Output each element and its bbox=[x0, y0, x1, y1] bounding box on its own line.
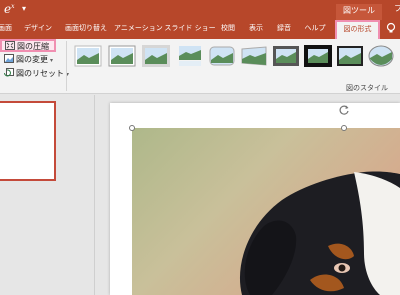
picture-style-thumbnail[interactable] bbox=[304, 45, 332, 67]
ribbon-tabs: 画面 デザイン 画面切り替え アニメーション スライド ショー 校閲 表示 録音… bbox=[0, 20, 400, 39]
reset-picture-label: 図のリセット bbox=[16, 69, 64, 78]
compress-label: 図の圧縮 bbox=[17, 42, 49, 51]
tab-slideshow[interactable]: スライド ショー bbox=[164, 20, 216, 39]
resize-handle[interactable] bbox=[341, 125, 347, 131]
picture-tools-context-label: 図ツール bbox=[336, 4, 382, 20]
tab-home[interactable]: 画面 bbox=[0, 20, 16, 39]
slide-canvas[interactable] bbox=[110, 103, 400, 295]
picture-style-thumbnail[interactable] bbox=[208, 45, 236, 67]
change-picture-button[interactable]: 図の変更 ▾ bbox=[4, 53, 53, 66]
compress-icon bbox=[5, 41, 15, 50]
slide-thumbnail[interactable] bbox=[0, 101, 56, 181]
panel-divider[interactable] bbox=[94, 95, 95, 295]
tab-record[interactable]: 録音 bbox=[274, 20, 294, 39]
tab-transitions[interactable]: 画面切り替え bbox=[60, 20, 112, 39]
picture-style-thumbnail[interactable] bbox=[368, 45, 394, 67]
tab-animations[interactable]: アニメーション bbox=[114, 20, 163, 39]
picture-style-thumbnail[interactable] bbox=[74, 45, 102, 67]
quick-access-icon[interactable]: ex bbox=[4, 2, 15, 16]
change-dropdown-icon[interactable]: ▾ bbox=[50, 57, 53, 64]
tab-picture-format[interactable]: 図の形式 bbox=[335, 20, 380, 39]
picture-style-thumbnail[interactable] bbox=[142, 45, 170, 67]
change-picture-label: 図の変更 bbox=[16, 55, 48, 64]
resize-handle[interactable] bbox=[129, 125, 135, 131]
compress-pictures-button[interactable]: 図の圧縮 bbox=[0, 39, 56, 52]
tab-help[interactable]: ヘルプ bbox=[302, 20, 328, 39]
picture-styles-group-label: 図のスタイル bbox=[346, 84, 388, 92]
group-divider bbox=[66, 41, 67, 91]
picture-style-thumbnail[interactable] bbox=[240, 45, 268, 67]
picture-style-thumbnail[interactable] bbox=[272, 45, 300, 67]
tab-view[interactable]: 表示 bbox=[246, 20, 266, 39]
selected-picture[interactable] bbox=[132, 128, 400, 295]
picture-style-thumbnail[interactable] bbox=[176, 45, 204, 67]
tab-review[interactable]: 校閲 bbox=[218, 20, 238, 39]
change-picture-icon bbox=[4, 54, 14, 63]
ribbon-body: 図の圧縮 図の変更 ▾ 図のリセット ▾ 図のスタイル bbox=[0, 39, 400, 94]
rotate-handle-icon[interactable] bbox=[338, 104, 350, 116]
reset-picture-icon bbox=[4, 68, 14, 77]
titlebar-right-text: フ bbox=[394, 4, 400, 13]
tab-design[interactable]: デザイン bbox=[20, 20, 56, 39]
picture-style-thumbnail[interactable] bbox=[336, 45, 364, 67]
quick-access-dropdown[interactable]: ▾ bbox=[22, 4, 26, 13]
reset-picture-button[interactable]: 図のリセット ▾ bbox=[4, 67, 69, 80]
picture-style-thumbnail[interactable] bbox=[108, 45, 136, 67]
slide-thumbnail-panel bbox=[0, 95, 90, 295]
lightbulb-icon[interactable] bbox=[385, 22, 397, 34]
title-bar: ex ▾ 図ツール フ bbox=[0, 0, 400, 20]
